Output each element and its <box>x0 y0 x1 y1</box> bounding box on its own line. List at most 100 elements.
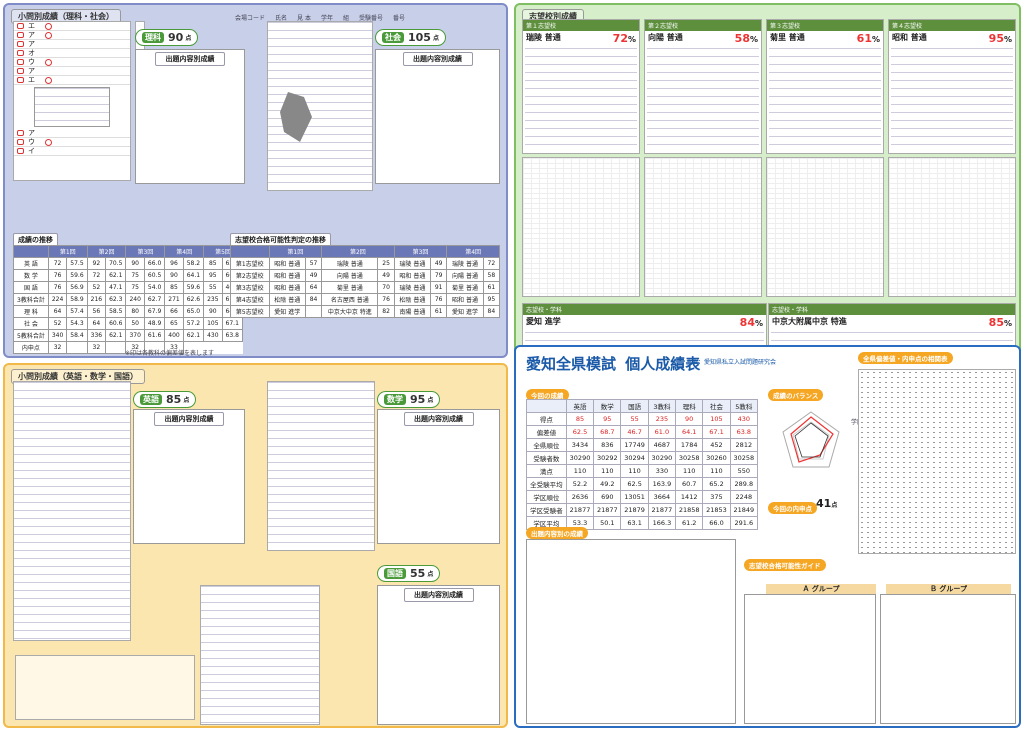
history-cell: 3教科合計 <box>13 293 49 306</box>
history-cell: 95 <box>203 269 223 282</box>
naishin-label: 今回の内申点 <box>768 502 817 514</box>
school-history-cell: 91 <box>430 281 448 294</box>
summary-cell: 67.1 <box>702 425 731 439</box>
science-score-badge: 理科 90 点 <box>135 29 199 46</box>
school-box-grid <box>647 48 759 148</box>
summary-cell: 430 <box>729 412 759 426</box>
history-cell: 58.4 <box>66 329 88 342</box>
note-text: ※印は各教科の偏差値を表します <box>125 350 215 357</box>
school-box-grid <box>769 48 881 148</box>
school-box-label: 志望校・学科 <box>523 304 766 315</box>
summary-cell: 95 <box>593 412 622 426</box>
summary-header: 5教科 <box>729 399 759 413</box>
summary-cell: 163.9 <box>647 477 677 491</box>
history-cell: 340 <box>47 329 68 342</box>
summary-row: 受験者数 30290 30292 30294 30290 30258 30260 30258 <box>526 451 759 465</box>
summary-header: 数学 <box>593 399 622 413</box>
school-history-cell: 菊里 普通 <box>446 281 484 294</box>
school-name: 向陽 普通 <box>648 33 683 42</box>
school-history-cell: 昭和 普通 <box>393 269 432 282</box>
history-cell: 72 <box>47 257 68 270</box>
summary-cell: 690 <box>593 490 622 504</box>
history-cell: 216 <box>86 293 107 306</box>
school-box-label: 第３志望校 <box>767 20 883 31</box>
school-history-cell: 瑞陵 普通 <box>446 257 484 270</box>
history-cell: 48.9 <box>143 317 166 330</box>
scatter-2 <box>644 157 762 297</box>
summary-cell: 55 <box>620 412 649 426</box>
school-history-cell: 瑞陵 普通 <box>393 281 432 294</box>
school-box-name-row: 中京大附属中京 特進 85% <box>769 315 1015 330</box>
summary-cell: 105 <box>702 412 731 426</box>
answer-sheet-math <box>267 381 375 551</box>
history-cell: 58.5 <box>105 305 127 318</box>
history-cell: 60.5 <box>143 269 166 282</box>
history-cell: 57.2 <box>182 317 205 330</box>
passing-label: 志望校合格可能性ガイド <box>744 559 826 571</box>
history-cell: 271 <box>164 293 184 306</box>
history-cell: 52 <box>47 317 68 330</box>
summary-table: 英語 数学 国語 3教科 理科 社会 5教科 得点 85 95 55 235 90 105 430 偏差値 6… <box>526 399 759 530</box>
school-box-grid <box>525 48 637 148</box>
math-result-title: 出題内容別成績 <box>403 412 474 426</box>
school-history-cell: 82 <box>377 305 395 318</box>
school-box-label: 第４志望校 <box>889 20 1015 31</box>
history-footer-cell: 32 <box>86 341 107 354</box>
history-cell: 72 <box>86 269 107 282</box>
school-history-cell: 瑞陵 普通 <box>393 257 432 270</box>
school-history-row: 第4志望校 松陰 普通 84 名古屋西 普通 76 松陰 普通 76 昭和 普通 95 <box>230 293 501 306</box>
school-history-cell: 84 <box>304 293 323 306</box>
answer-sheet-english <box>13 381 131 641</box>
summary-cell: 2248 <box>729 490 759 504</box>
history-cell: 社 会 <box>13 317 49 330</box>
radar-label: 成績のバランス <box>768 389 824 401</box>
summary-cell: 50.1 <box>593 516 622 530</box>
japanese-result-table: 出題内容別成績 <box>377 585 500 725</box>
school-history-cell: 中京大中京 特進 <box>321 305 379 318</box>
history-cell: 62.3 <box>105 293 127 306</box>
school-history-cell: 第2志望校 <box>230 269 270 282</box>
detail-label: 出題内容別の成績 <box>526 527 588 539</box>
school-history-cell: 25 <box>377 257 395 270</box>
history-footer-cell <box>105 341 127 354</box>
history-cell: 61.6 <box>143 329 166 342</box>
summary-cell: 63.8 <box>729 425 759 439</box>
history-cell: 59.6 <box>66 269 88 282</box>
history-cell: 105 <box>203 317 223 330</box>
math-score-badge: 数学 95 点 <box>377 391 441 408</box>
history-cell: 数 学 <box>13 269 49 282</box>
history-cell: 英 語 <box>13 257 49 270</box>
school-box-label: 第２志望校 <box>645 20 761 31</box>
school-history-cell: 愛知 進学 <box>268 305 306 318</box>
summary-cell: 65.2 <box>702 477 731 491</box>
school-box-name-row: 愛知 進学 84% <box>523 315 766 330</box>
history-cell: 224 <box>47 293 68 306</box>
science-result-table: 出題内容別成績 <box>135 49 245 184</box>
summary-row: 満点 110 110 110 330 110 110 550 <box>526 464 759 478</box>
school-history-cell: 向陽 普通 <box>446 269 484 282</box>
school-history-cell: 松陰 普通 <box>268 293 306 306</box>
school-history-cell: 84 <box>482 305 501 318</box>
history-cell: 85 <box>203 257 223 270</box>
school-pct: 84% <box>739 316 763 329</box>
history-cell: 65.0 <box>182 305 205 318</box>
history-cell: 47.1 <box>105 281 127 294</box>
history-row: 数 学7659.67262.17560.59064.19566.6 <box>13 269 243 282</box>
scatter-1 <box>522 157 640 297</box>
report-title: 愛知全県模試 個人成績表 <box>526 355 701 373</box>
school-history-cell: 72 <box>482 257 501 270</box>
school-history-cell: 61 <box>482 281 501 294</box>
school-pct: 61% <box>856 32 880 45</box>
history-cell: 64.1 <box>182 269 205 282</box>
school-box: 第１志望校 瑞陵 普通 72% <box>522 19 640 154</box>
naishin-value: 41点 <box>816 497 838 510</box>
history-row: 英 語7257.59270.59066.09658.28562.5 <box>13 257 243 270</box>
history-cell: 80 <box>125 305 145 318</box>
history-cell: 57.4 <box>66 305 88 318</box>
group-b-header: Ｂ グループ <box>886 584 1011 594</box>
history-cell: 国 語 <box>13 281 49 294</box>
school-history-row: 第1志望校 昭和 普通 57 瑞陵 普通 25 瑞陵 普通 49 瑞陵 普通 72 <box>230 257 501 270</box>
summary-cell: 1412 <box>675 490 704 504</box>
scatter-4 <box>888 157 1016 297</box>
history-cell: 55 <box>203 281 223 294</box>
